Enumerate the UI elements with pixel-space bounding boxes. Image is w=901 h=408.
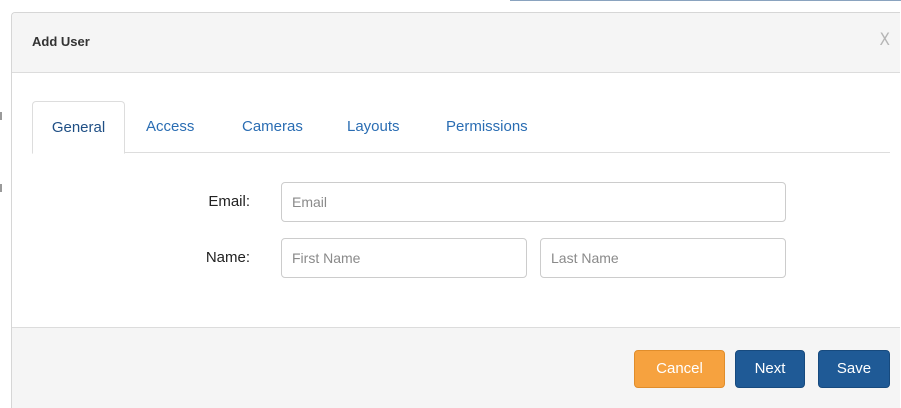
email-label: Email:: [208, 193, 250, 210]
tab-access[interactable]: Access: [146, 101, 194, 153]
save-button[interactable]: Save: [818, 350, 890, 388]
email-field[interactable]: [281, 182, 786, 222]
close-icon[interactable]: X: [880, 30, 890, 50]
tab-permissions[interactable]: Permissions: [446, 101, 528, 153]
backdrop-edge: [510, 0, 901, 1]
first-name-field[interactable]: [281, 238, 527, 278]
tab-bar: General Access Cameras Layouts Permissio…: [32, 101, 890, 154]
dialog-footer: Cancel Next Save: [12, 327, 900, 408]
tab-cameras[interactable]: Cameras: [242, 101, 303, 153]
name-label: Name:: [205, 249, 250, 266]
last-name-field[interactable]: [540, 238, 786, 278]
screen: Add User X General Access Cameras Layout…: [0, 0, 901, 408]
next-button[interactable]: Next: [735, 350, 805, 388]
dialog-title: Add User: [32, 34, 90, 49]
tab-layouts[interactable]: Layouts: [347, 101, 400, 153]
tab-general[interactable]: General: [32, 101, 125, 154]
backdrop-tick: [0, 112, 2, 120]
backdrop-tick: [0, 184, 2, 192]
dialog-header: Add User X: [12, 13, 900, 73]
add-user-dialog: Add User X General Access Cameras Layout…: [11, 12, 900, 408]
cancel-button[interactable]: Cancel: [634, 350, 725, 388]
